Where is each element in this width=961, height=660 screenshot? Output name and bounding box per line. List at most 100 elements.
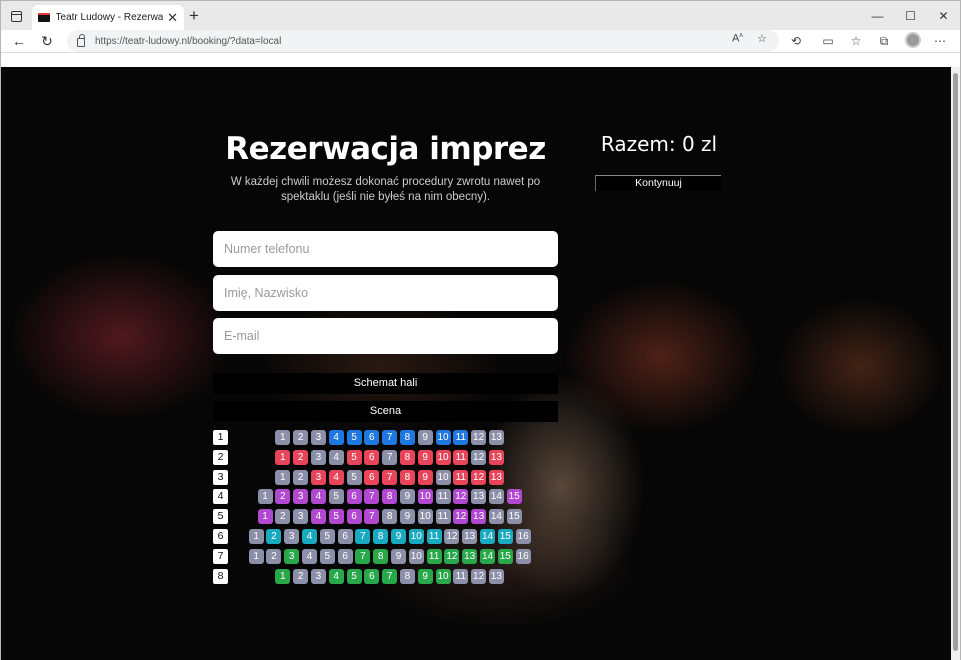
- seat[interactable]: 15: [497, 529, 513, 544]
- seat[interactable]: 6: [337, 529, 353, 544]
- seat[interactable]: 12: [471, 430, 487, 445]
- seat[interactable]: 11: [453, 469, 469, 485]
- seat[interactable]: 10: [435, 449, 451, 465]
- seat[interactable]: 3: [310, 449, 326, 465]
- seat[interactable]: 13: [471, 509, 487, 525]
- seat[interactable]: 9: [399, 509, 415, 525]
- scrollbar-thumb[interactable]: [953, 73, 958, 651]
- seat[interactable]: 3: [284, 529, 300, 544]
- seat[interactable]: 4: [302, 548, 317, 564]
- seat[interactable]: 12: [453, 509, 469, 525]
- seat[interactable]: 2: [293, 469, 309, 485]
- seat[interactable]: 10: [435, 469, 451, 485]
- seat[interactable]: 4: [328, 449, 344, 465]
- seat[interactable]: 8: [382, 509, 398, 525]
- seat[interactable]: 11: [435, 509, 451, 525]
- seat[interactable]: 10: [435, 430, 451, 445]
- seat[interactable]: 14: [480, 548, 495, 564]
- seat[interactable]: 11: [453, 430, 469, 445]
- seat[interactable]: 4: [328, 469, 344, 485]
- seat[interactable]: 1: [275, 430, 291, 445]
- seat[interactable]: 10: [435, 568, 451, 584]
- seat[interactable]: 12: [444, 548, 460, 564]
- seat[interactable]: 13: [488, 449, 504, 465]
- favorite-star-icon[interactable]: ☆: [757, 32, 767, 45]
- seat[interactable]: 3: [310, 430, 326, 445]
- seat[interactable]: 8: [399, 430, 415, 445]
- seat[interactable]: 8: [399, 449, 415, 465]
- seat[interactable]: 8: [373, 548, 389, 564]
- seat[interactable]: 3: [293, 489, 309, 505]
- seat[interactable]: 3: [310, 469, 326, 485]
- seat[interactable]: 13: [488, 568, 504, 584]
- seat[interactable]: 5: [328, 489, 344, 505]
- seat[interactable]: 3: [293, 509, 309, 525]
- seat[interactable]: 1: [275, 469, 291, 485]
- continue-button[interactable]: Kontynuuj: [595, 175, 721, 191]
- seat[interactable]: 6: [346, 509, 362, 525]
- close-tab-icon[interactable]: ✕: [167, 11, 178, 24]
- seat[interactable]: 15: [497, 548, 513, 564]
- seat[interactable]: 6: [337, 548, 353, 564]
- seat[interactable]: 11: [435, 489, 451, 505]
- seat[interactable]: 11: [426, 548, 442, 564]
- seat[interactable]: 13: [488, 469, 504, 485]
- seat[interactable]: 6: [364, 568, 380, 584]
- seat[interactable]: 13: [488, 430, 504, 445]
- seat[interactable]: 5: [328, 509, 344, 525]
- seat[interactable]: 5: [346, 449, 362, 465]
- seat[interactable]: 14: [488, 489, 504, 505]
- seat[interactable]: 7: [355, 529, 371, 544]
- seat[interactable]: 12: [471, 568, 487, 584]
- seat[interactable]: 4: [310, 509, 326, 525]
- seat[interactable]: 4: [310, 489, 326, 505]
- seat[interactable]: 7: [364, 489, 380, 505]
- seat[interactable]: 14: [480, 529, 495, 544]
- seat[interactable]: 2: [266, 529, 282, 544]
- read-aloud-icon[interactable]: Aʌ: [732, 32, 743, 45]
- seat[interactable]: 10: [417, 489, 433, 505]
- seat[interactable]: 14: [488, 509, 504, 525]
- seat[interactable]: 2: [275, 509, 291, 525]
- seat[interactable]: 13: [462, 529, 478, 544]
- seat[interactable]: 3: [310, 568, 326, 584]
- seat[interactable]: 2: [275, 489, 291, 505]
- seat[interactable]: 15: [506, 489, 522, 505]
- seat[interactable]: 5: [346, 430, 362, 445]
- address-bar[interactable]: https://teatr-ludowy.nl/booking/?data=lo…: [67, 30, 779, 52]
- split-screen-icon[interactable]: ▭: [819, 32, 837, 50]
- seat[interactable]: 10: [408, 548, 424, 564]
- name-input[interactable]: [213, 275, 558, 311]
- seat[interactable]: 11: [453, 568, 469, 584]
- seat[interactable]: 6: [364, 430, 380, 445]
- seat[interactable]: 9: [417, 568, 433, 584]
- back-icon[interactable]: ←: [9, 31, 29, 51]
- maximize-icon[interactable]: ☐: [894, 1, 927, 30]
- seat[interactable]: 12: [444, 529, 460, 544]
- seat[interactable]: 1: [248, 529, 264, 544]
- seat[interactable]: 4: [302, 529, 317, 544]
- seat[interactable]: 11: [453, 449, 469, 465]
- seat[interactable]: 2: [293, 430, 309, 445]
- seat[interactable]: 7: [355, 548, 371, 564]
- seat[interactable]: 16: [515, 548, 531, 564]
- profile-avatar[interactable]: [905, 32, 921, 48]
- seat[interactable]: 7: [382, 449, 398, 465]
- email-input[interactable]: [213, 318, 558, 354]
- seat[interactable]: 13: [462, 548, 478, 564]
- seat[interactable]: 7: [382, 430, 398, 445]
- seat[interactable]: 2: [293, 568, 309, 584]
- seat[interactable]: 12: [471, 449, 487, 465]
- seat[interactable]: 5: [346, 568, 362, 584]
- seat[interactable]: 1: [257, 489, 273, 505]
- extensions-icon[interactable]: ⟲: [787, 32, 805, 50]
- seat[interactable]: 6: [364, 469, 380, 485]
- seat[interactable]: 4: [328, 430, 344, 445]
- tab-actions-icon[interactable]: [7, 7, 25, 25]
- seat[interactable]: 9: [417, 469, 433, 485]
- phone-input[interactable]: [213, 231, 558, 267]
- scrollbar[interactable]: [951, 67, 960, 660]
- close-window-icon[interactable]: ✕: [927, 1, 960, 30]
- seat[interactable]: 12: [453, 489, 469, 505]
- seat[interactable]: 4: [328, 568, 344, 584]
